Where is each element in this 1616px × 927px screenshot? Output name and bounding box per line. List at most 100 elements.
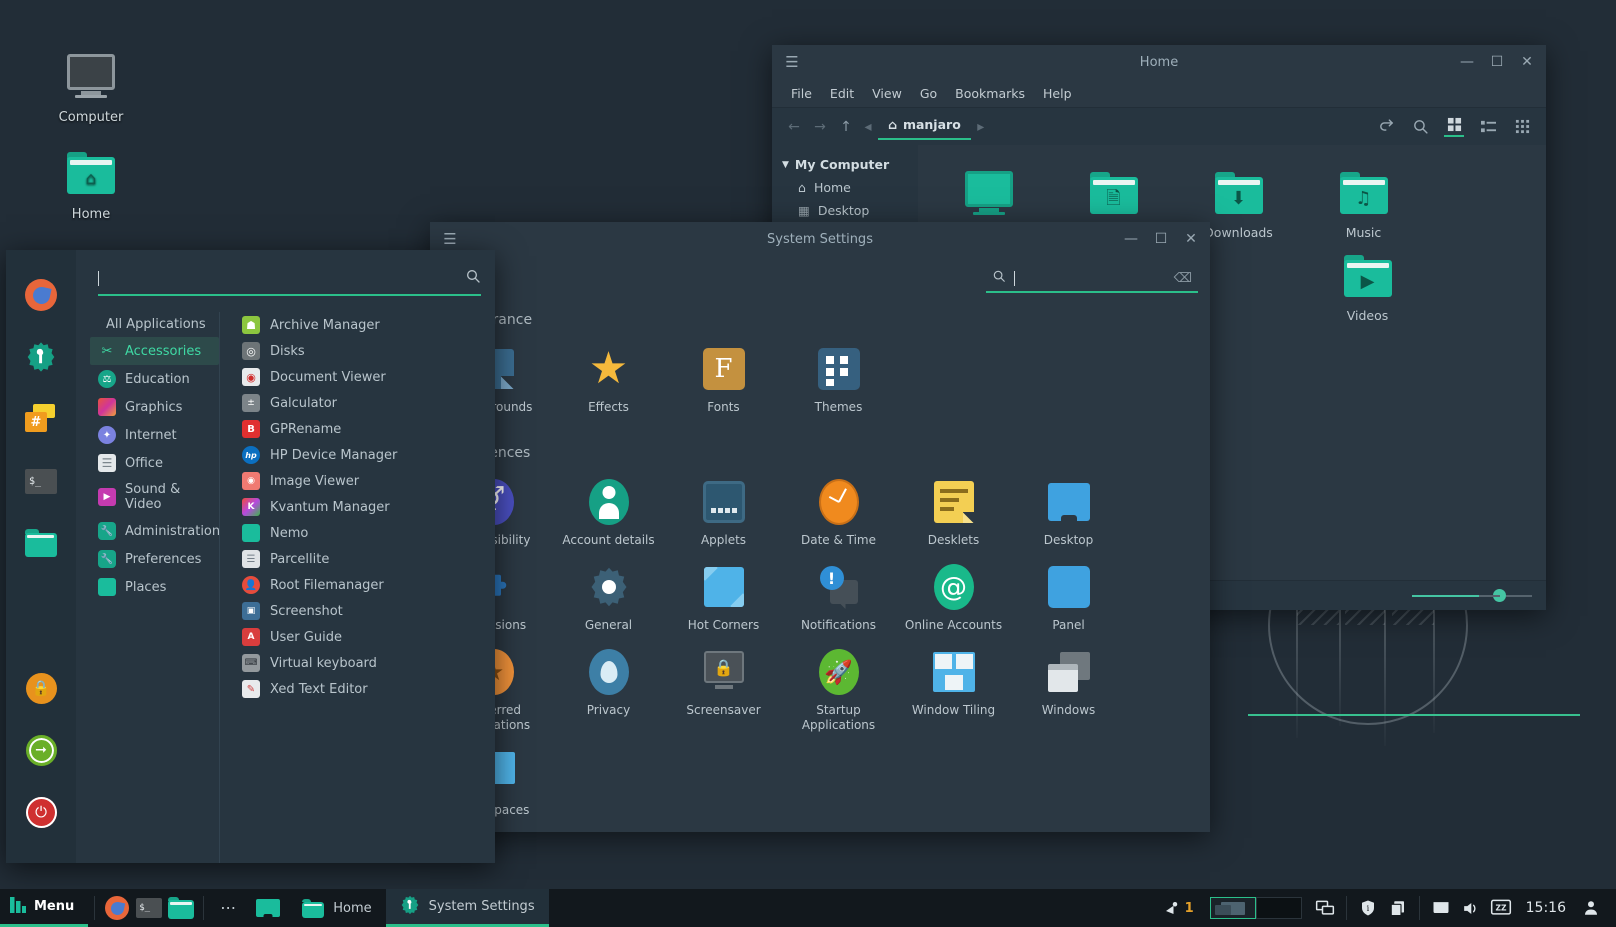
reload-icon[interactable]	[1376, 117, 1396, 137]
files-folder-icon[interactable]	[24, 526, 58, 560]
menu-bookmarks[interactable]: Bookmarks	[946, 83, 1034, 104]
menu-help[interactable]: Help	[1034, 83, 1081, 104]
launcher-terminal[interactable]: $_	[133, 892, 165, 924]
system-settings-titlebar[interactable]: ☰ System Settings — ☐ ✕	[430, 222, 1210, 256]
sidebar-item-all-applications[interactable]: All Applications	[90, 312, 219, 337]
list-item[interactable]: ☰ Parcellite	[234, 546, 495, 572]
hamburger-menu-icon[interactable]: ☰	[772, 53, 812, 71]
system-settings-window[interactable]: ☰ System Settings — ☐ ✕ ⌫ Appearance	[430, 222, 1210, 832]
workspace-2[interactable]	[1256, 897, 1302, 919]
system-settings-search-row[interactable]: ⌫	[430, 256, 1210, 302]
desktop-icon-computer[interactable]: Computer	[36, 48, 146, 125]
package-manager-icon[interactable]: #	[24, 402, 58, 436]
settings-item-window-tiling[interactable]: Window Tiling	[896, 641, 1011, 741]
window-list-icon[interactable]	[1310, 889, 1340, 927]
shutdown-icon[interactable]: ⏻	[24, 795, 58, 829]
menu-view[interactable]: View	[863, 83, 911, 104]
sidebar-item-places[interactable]: Places	[90, 573, 219, 601]
settings-wrench-icon[interactable]	[24, 340, 58, 374]
list-item[interactable]: ☗ Archive Manager	[234, 312, 495, 338]
workspace-1[interactable]	[1210, 897, 1256, 919]
list-item[interactable]: 👤 Root Filemanager	[234, 572, 495, 598]
menu-search-input[interactable]	[98, 268, 481, 296]
breadcrumb-manjaro[interactable]: ⌂ manjaro	[878, 113, 971, 140]
display-icon[interactable]	[1426, 889, 1456, 927]
window-button-show-desktop[interactable]	[248, 889, 288, 927]
taskbar[interactable]: Menu $_ ⋯ Home	[0, 889, 1616, 927]
list-item[interactable]: B GPRename	[234, 416, 495, 442]
settings-item-desklets[interactable]: Desklets	[896, 471, 1011, 556]
file-manager-menubar[interactable]: File Edit View Go Bookmarks Help	[772, 79, 1546, 107]
launcher-files[interactable]	[165, 892, 197, 924]
menu-favorites-bar[interactable]: # $_ 🔒 ➞ ⏻	[6, 250, 76, 863]
list-item[interactable]: hp HP Device Manager	[234, 442, 495, 468]
list-item[interactable]: Nemo	[234, 520, 495, 546]
close-button[interactable]: ✕	[1176, 224, 1206, 254]
menu-go[interactable]: Go	[911, 83, 946, 104]
logout-icon[interactable]: ➞	[24, 733, 58, 767]
launcher-firefox[interactable]	[101, 892, 133, 924]
list-item[interactable]: ✎ Xed Text Editor	[234, 676, 495, 702]
sidebar-item-office[interactable]: ☰ Office	[90, 449, 219, 477]
settings-item-panel[interactable]: Panel	[1011, 556, 1126, 641]
compact-view-icon[interactable]	[1512, 117, 1532, 137]
list-item[interactable]: ◎ Disks	[234, 338, 495, 364]
user-icon[interactable]	[1576, 889, 1606, 927]
settings-item-applets[interactable]: Applets	[666, 471, 781, 556]
sidebar-item-desktop[interactable]: ▦ Desktop	[772, 199, 918, 222]
settings-item-account-details[interactable]: Account details	[551, 471, 666, 556]
menu-file[interactable]: File	[782, 83, 821, 104]
firefox-icon[interactable]	[24, 278, 58, 312]
settings-item-privacy[interactable]: Privacy	[551, 641, 666, 741]
settings-item-fonts[interactable]: F Fonts	[666, 338, 781, 423]
crumb-right-icon[interactable]: ▸	[973, 115, 989, 139]
window-button-overflow[interactable]: ⋯	[210, 889, 248, 927]
settings-item-startup-applications[interactable]: 🚀 Startup Applications	[781, 641, 896, 741]
forward-arrow-icon[interactable]: →	[808, 115, 832, 139]
lock-screen-icon[interactable]: 🔒	[24, 671, 58, 705]
settings-item-date-time[interactable]: Date & Time	[781, 471, 896, 556]
menu-edit[interactable]: Edit	[821, 83, 863, 104]
sidebar-item-education[interactable]: ⚖ Education	[90, 365, 219, 393]
maximize-button[interactable]: ☐	[1482, 47, 1512, 77]
minimize-button[interactable]: —	[1452, 47, 1482, 77]
settings-item-themes[interactable]: Themes	[781, 338, 896, 423]
application-menu[interactable]: # $_ 🔒 ➞ ⏻	[6, 250, 495, 863]
file-item[interactable]: ▶ Videos	[1305, 242, 1430, 325]
back-arrow-icon[interactable]: ←	[782, 115, 806, 139]
sidebar-item-home[interactable]: ⌂ Home	[772, 176, 918, 199]
list-item[interactable]: K Kvantum Manager	[234, 494, 495, 520]
menu-application-list[interactable]: ☗ Archive Manager ◎ Disks ◉ Document Vie…	[220, 312, 495, 863]
volume-icon[interactable]	[1456, 889, 1486, 927]
list-item[interactable]: ⌨ Virtual keyboard	[234, 650, 495, 676]
close-button[interactable]: ✕	[1512, 47, 1542, 77]
search-icon[interactable]	[1410, 117, 1430, 137]
settings-item-hot-corners[interactable]: Hot Corners	[666, 556, 781, 641]
clear-search-icon[interactable]: ⌫	[1174, 271, 1192, 286]
list-item[interactable]: ◉ Document Viewer	[234, 364, 495, 390]
sidebar-group-my-computer[interactable]: ▼ My Computer	[772, 153, 918, 176]
list-view-icon[interactable]	[1478, 117, 1498, 137]
window-button-system-settings[interactable]: System Settings	[386, 889, 549, 927]
file-item[interactable]: ♫ Music	[1301, 159, 1426, 242]
maximize-button[interactable]: ☐	[1146, 224, 1176, 254]
sleep-inhibit-icon[interactable]: ZZ	[1486, 889, 1516, 927]
settings-item-screensaver[interactable]: 🔒 Screensaver	[666, 641, 781, 741]
file-manager-titlebar[interactable]: ☰ Home — ☐ ✕	[772, 45, 1546, 79]
settings-item-general[interactable]: General	[551, 556, 666, 641]
crumb-left-icon[interactable]: ◂	[860, 115, 876, 139]
zoom-slider[interactable]	[1412, 589, 1532, 602]
settings-item-effects[interactable]: ★ Effects	[551, 338, 666, 423]
list-item[interactable]: ▣ Screenshot	[234, 598, 495, 624]
clock[interactable]: 15:16	[1516, 900, 1576, 916]
notifications-bell-icon[interactable]	[1159, 889, 1185, 927]
up-arrow-icon[interactable]: ↑	[834, 115, 858, 139]
settings-item-online-accounts[interactable]: @ Online Accounts	[896, 556, 1011, 641]
sidebar-item-internet[interactable]: ✦ Internet	[90, 421, 219, 449]
hamburger-menu-icon[interactable]: ☰	[430, 230, 470, 248]
sidebar-item-graphics[interactable]: Graphics	[90, 393, 219, 421]
settings-item-desktop[interactable]: Desktop	[1011, 471, 1126, 556]
grid-view-icon[interactable]	[1444, 117, 1464, 137]
menu-category-list[interactable]: All Applications ✂ Accessories ⚖ Educati…	[76, 312, 220, 863]
window-button-home[interactable]: Home	[288, 889, 385, 927]
